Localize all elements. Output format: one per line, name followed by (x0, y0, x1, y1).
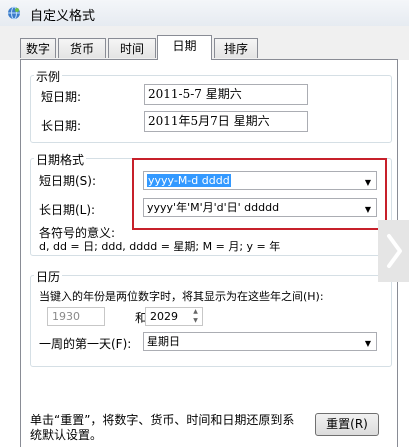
example-long-label: 长日期: (41, 119, 82, 133)
short-date-format-label: 短日期(S): (39, 174, 97, 188)
examples-title: 示例 (34, 68, 63, 85)
date-formats-title: 日期格式 (34, 151, 87, 168)
globe-icon (7, 6, 21, 20)
first-day-combo[interactable]: 星期日 ▼ (143, 332, 377, 351)
window-title: 自定义格式 (30, 9, 96, 24)
example-long-value: 2011年5月7日 星期六 (144, 111, 308, 132)
reset-description-line2: 统默认设置。 (30, 428, 103, 442)
next-arrow-button[interactable] (378, 220, 409, 282)
tab-sort[interactable]: 排序 (214, 38, 258, 58)
annotation-red-box (132, 158, 387, 230)
tab-number[interactable]: 数字 (20, 38, 56, 58)
chevron-right-icon[interactable] (378, 220, 409, 282)
example-short-value: 2011-5-7 星期六 (144, 84, 308, 105)
year-from-field: 1930 (47, 307, 105, 326)
symbols-legend: d, dd = 日; ddd, dddd = 星期; M = 月; y = 年 (39, 240, 281, 253)
first-day-value[interactable]: 星期日 (147, 335, 180, 348)
year-to-field[interactable]: 2029 ▲ ▼ (145, 307, 203, 326)
tab-currency[interactable]: 货币 (58, 38, 106, 58)
two-digit-year-label: 当键入的年份是两位数字时，将其显示为在这些年之间(H): (39, 290, 324, 303)
example-short-label: 短日期: (41, 90, 82, 104)
spin-down-icon[interactable]: ▼ (189, 317, 202, 325)
first-day-label: 一周的第一天(F): (39, 337, 132, 351)
calendar-title: 日历 (34, 268, 63, 285)
tab-time[interactable]: 时间 (108, 38, 156, 58)
long-date-format-label: 长日期(L): (39, 203, 96, 217)
year-to-value[interactable]: 2029 (150, 310, 178, 323)
chevron-down-icon[interactable]: ▼ (365, 335, 371, 350)
reset-button[interactable]: 重置(R) (315, 413, 379, 436)
tab-date[interactable]: 日期 (157, 35, 212, 60)
spin-up-icon[interactable]: ▲ (189, 308, 202, 316)
